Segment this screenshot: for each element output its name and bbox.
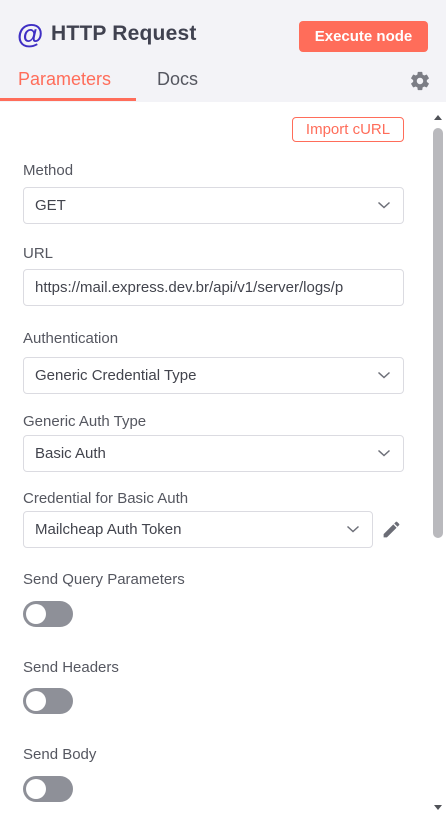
- send-body-label: Send Body: [23, 746, 97, 763]
- chevron-down-icon: [377, 201, 391, 209]
- toggle-knob: [26, 691, 46, 711]
- chevron-down-icon: [377, 371, 391, 379]
- scrollbar-thumb[interactable]: [433, 128, 443, 538]
- generic-auth-type-label: Generic Auth Type: [23, 413, 147, 430]
- toggle-knob: [26, 779, 46, 799]
- tab-docs[interactable]: Docs: [157, 69, 198, 90]
- send-headers-label: Send Headers: [23, 659, 119, 676]
- scroll-up-arrow-icon[interactable]: [432, 112, 444, 122]
- import-curl-button[interactable]: Import cURL: [292, 117, 404, 142]
- credential-value: Mailcheap Auth Token: [35, 521, 182, 538]
- send-query-parameters-toggle[interactable]: [23, 601, 73, 627]
- scroll-down-arrow-icon[interactable]: [432, 803, 444, 813]
- generic-auth-type-select[interactable]: Basic Auth: [23, 435, 404, 472]
- node-header: @ HTTP Request Execute node Parameters D…: [0, 0, 446, 102]
- generic-auth-type-value: Basic Auth: [35, 445, 106, 462]
- at-sign-icon: @: [17, 19, 44, 49]
- authentication-select[interactable]: Generic Credential Type: [23, 357, 404, 394]
- tab-parameters[interactable]: Parameters: [18, 69, 111, 90]
- authentication-label: Authentication: [23, 330, 119, 347]
- credential-label: Credential for Basic Auth: [23, 490, 189, 507]
- url-label: URL: [23, 245, 54, 262]
- url-input[interactable]: https://mail.express.dev.br/api/v1/serve…: [23, 269, 404, 306]
- chevron-down-icon: [346, 525, 360, 533]
- credential-select[interactable]: Mailcheap Auth Token: [23, 511, 373, 548]
- toggle-knob: [26, 604, 46, 624]
- method-select[interactable]: GET: [23, 187, 404, 224]
- execute-node-button[interactable]: Execute node: [299, 21, 428, 52]
- node-title: HTTP Request: [51, 22, 197, 45]
- method-value: GET: [35, 197, 66, 214]
- send-body-toggle[interactable]: [23, 776, 73, 802]
- pencil-icon[interactable]: [381, 519, 402, 540]
- send-query-parameters-label: Send Query Parameters: [23, 571, 185, 588]
- authentication-value: Generic Credential Type: [35, 367, 197, 384]
- active-tab-indicator: [0, 98, 136, 101]
- chevron-down-icon: [377, 449, 391, 457]
- send-headers-toggle[interactable]: [23, 688, 73, 714]
- method-label: Method: [23, 162, 74, 179]
- gear-icon[interactable]: [409, 70, 431, 92]
- url-value: https://mail.express.dev.br/api/v1/serve…: [35, 279, 344, 296]
